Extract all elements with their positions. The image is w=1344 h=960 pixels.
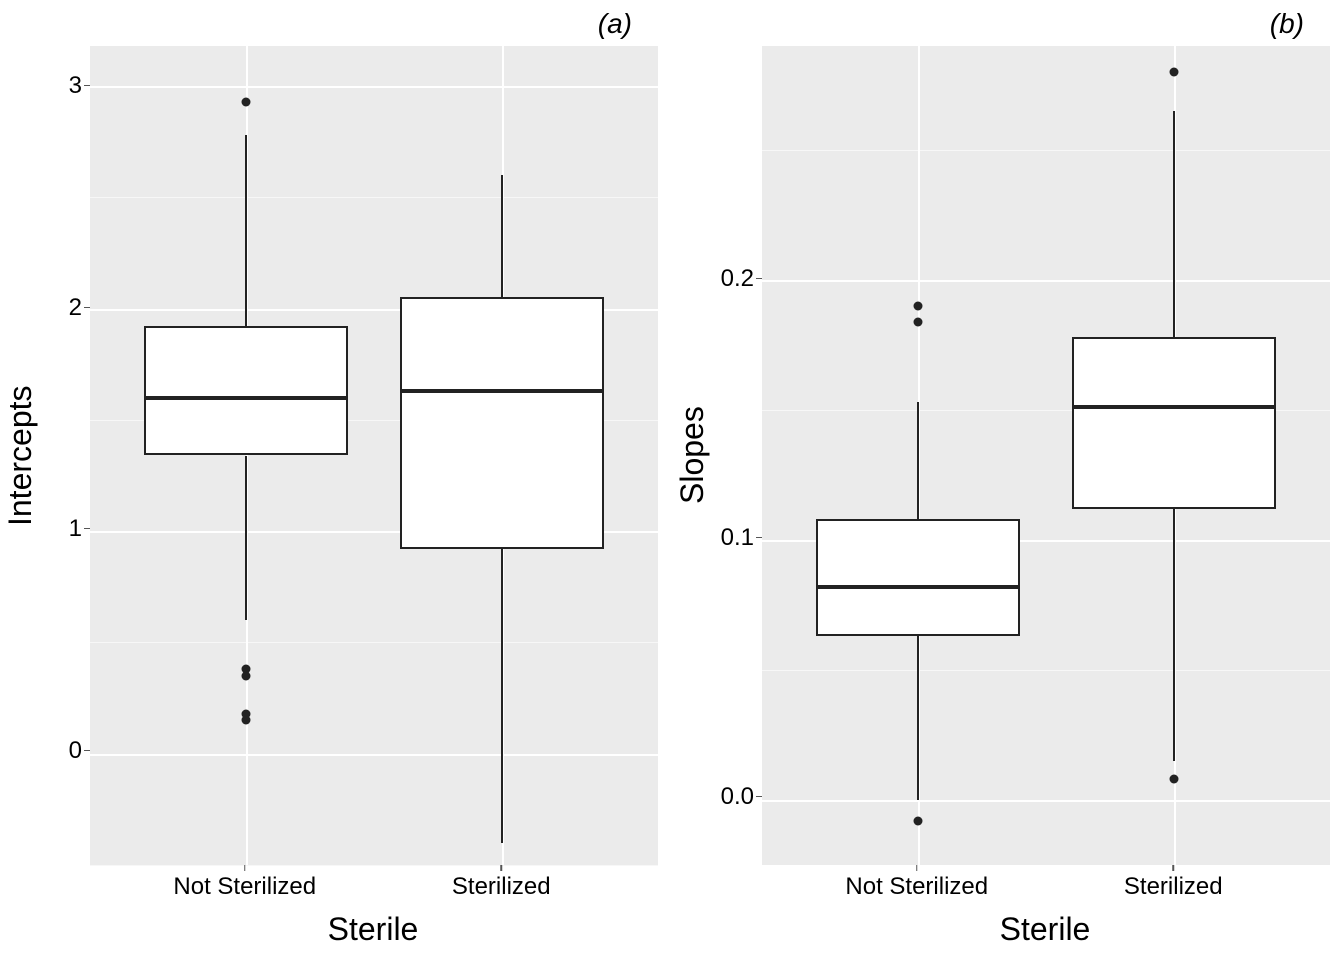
gridline-major: [762, 280, 1330, 282]
y-axis-label: Intercepts: [0, 46, 38, 865]
whisker-upper: [501, 175, 503, 297]
whisker-lower: [1173, 509, 1175, 761]
outlier: [914, 317, 923, 326]
median-line: [144, 396, 348, 400]
x-tick-mark: [1173, 865, 1175, 871]
panel-title: (b): [672, 0, 1344, 46]
whisker-lower: [245, 456, 247, 621]
gridline-major: [762, 800, 1330, 802]
box: [816, 519, 1020, 636]
x-tick-mark: [501, 865, 503, 871]
outlier: [242, 97, 251, 106]
y-axis: 0.0 0.1 0.2: [710, 46, 762, 865]
gridline-minor: [90, 642, 658, 643]
whisker-upper: [245, 135, 247, 326]
x-tick-label: Sterilized: [1124, 873, 1223, 901]
x-tick-label: Not Sterilized: [173, 873, 316, 901]
box: [400, 297, 604, 548]
outlier: [914, 302, 923, 311]
plot-area: [90, 46, 658, 865]
y-tick-label: 0.0: [721, 783, 754, 811]
x-axis-label: Sterile: [760, 911, 1330, 960]
y-tick-label: 0.1: [721, 524, 754, 552]
box: [144, 326, 348, 455]
median-line: [816, 585, 1020, 589]
x-tick-label: Sterilized: [452, 873, 551, 901]
x-axis: Not Sterilized Sterilized: [88, 865, 658, 911]
outlier: [1169, 67, 1178, 76]
gridline-minor: [762, 150, 1330, 151]
median-line: [1072, 405, 1276, 409]
outlier: [242, 665, 251, 674]
outlier: [1169, 775, 1178, 784]
gridline-minor: [90, 197, 658, 198]
plot-area: [762, 46, 1330, 865]
x-tick-mark: [916, 865, 918, 871]
whisker-lower: [917, 636, 919, 800]
x-tick-label: Not Sterilized: [845, 873, 988, 901]
y-tick-label: 0: [69, 737, 82, 765]
x-axis-label: Sterile: [88, 911, 658, 960]
y-tick-label: 3: [69, 72, 82, 100]
outlier: [914, 816, 923, 825]
x-axis: Not Sterilized Sterilized: [760, 865, 1330, 911]
y-axis-label: Slopes: [672, 46, 710, 865]
y-tick-label: 1: [69, 515, 82, 543]
panel-title: (a): [0, 0, 672, 46]
gridline-minor: [762, 670, 1330, 671]
whisker-lower: [501, 549, 503, 843]
x-tick-mark: [244, 865, 246, 871]
gridline-major: [90, 86, 658, 88]
median-line: [400, 389, 604, 393]
y-tick-label: 0.2: [721, 265, 754, 293]
whisker-upper: [917, 402, 919, 519]
y-axis: 0 1 2 3: [38, 46, 90, 865]
box: [1072, 337, 1276, 509]
panel-a: (a)Intercepts 0 1 2 3 Not Sterilized Sterilize…: [0, 0, 672, 960]
whisker-upper: [1173, 111, 1175, 337]
panel-b: (b)Slopes 0.0 0.1 0.2 Not Sterilized Steriliz…: [672, 0, 1344, 960]
y-tick-label: 2: [69, 294, 82, 322]
outlier: [242, 709, 251, 718]
gridline-major: [90, 754, 658, 756]
